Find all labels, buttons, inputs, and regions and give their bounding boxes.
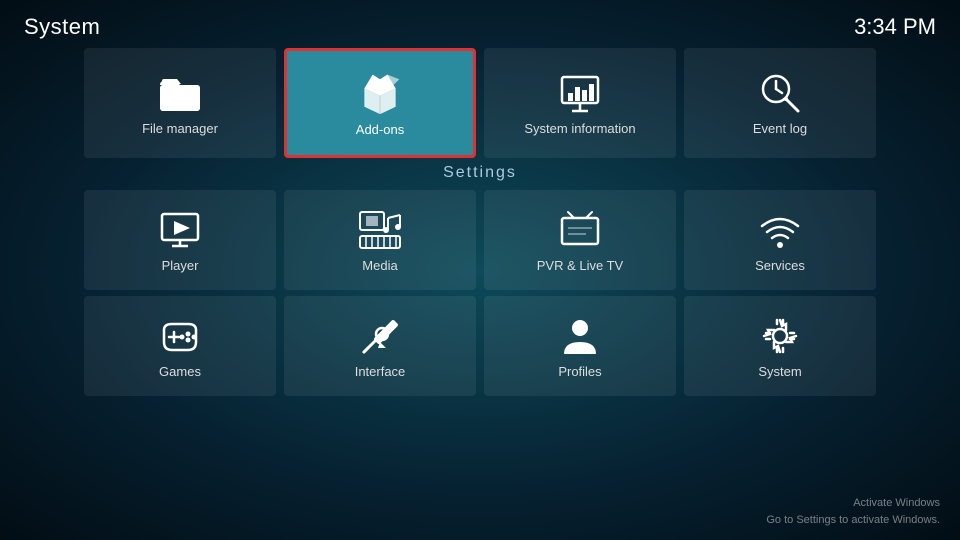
- clock: 3:34 PM: [854, 14, 936, 40]
- wifi-icon: [758, 208, 802, 252]
- monitor-play-icon: [158, 208, 202, 252]
- gear-wrench-icon: [758, 314, 802, 358]
- folder-icon: [158, 71, 202, 115]
- addons-box-icon: [357, 70, 403, 116]
- tile-media-label: Media: [362, 258, 397, 273]
- tile-profiles-label: Profiles: [558, 364, 601, 379]
- tile-services-label: Services: [755, 258, 805, 273]
- watermark-line2: Go to Settings to activate Windows.: [766, 512, 940, 529]
- tile-media[interactable]: Media: [284, 190, 476, 290]
- tile-system-label: System: [758, 364, 801, 379]
- wrench-pencil-icon: [358, 314, 402, 358]
- tile-profiles[interactable]: Profiles: [484, 296, 676, 396]
- settings-section-label: Settings: [0, 164, 960, 182]
- watermark-line1: Activate Windows: [766, 495, 940, 512]
- tile-player[interactable]: Player: [84, 190, 276, 290]
- gamepad-icon: [158, 314, 202, 358]
- tile-system-information-label: System information: [524, 121, 635, 136]
- page-title: System: [24, 14, 100, 40]
- presentation-icon: [558, 71, 602, 115]
- tile-add-ons-label: Add-ons: [356, 122, 404, 137]
- tile-pvr-live-tv[interactable]: PVR & Live TV: [484, 190, 676, 290]
- tile-system-information[interactable]: System information: [484, 48, 676, 158]
- tv-icon: [558, 208, 602, 252]
- tile-games-label: Games: [159, 364, 201, 379]
- media-icon: [358, 208, 402, 252]
- settings-row-1: Player Medi: [84, 190, 876, 290]
- settings-row-2: Games Interface Profiles: [84, 296, 876, 396]
- top-tiles-row: File manager Add-ons System informati: [0, 48, 960, 158]
- tile-games[interactable]: Games: [84, 296, 276, 396]
- tile-add-ons[interactable]: Add-ons: [284, 48, 476, 158]
- header: System 3:34 PM: [0, 0, 960, 48]
- tile-event-log-label: Event log: [753, 121, 807, 136]
- tile-interface-label: Interface: [355, 364, 406, 379]
- tile-pvr-live-tv-label: PVR & Live TV: [537, 258, 623, 273]
- tile-file-manager-label: File manager: [142, 121, 218, 136]
- settings-grid: Player Medi: [0, 190, 960, 396]
- tile-file-manager[interactable]: File manager: [84, 48, 276, 158]
- tile-services[interactable]: Services: [684, 190, 876, 290]
- activate-windows-watermark: Activate Windows Go to Settings to activ…: [766, 495, 940, 528]
- tile-player-label: Player: [162, 258, 199, 273]
- clock-search-icon: [758, 71, 802, 115]
- tile-event-log[interactable]: Event log: [684, 48, 876, 158]
- tile-system[interactable]: System: [684, 296, 876, 396]
- tile-interface[interactable]: Interface: [284, 296, 476, 396]
- person-icon: [558, 314, 602, 358]
